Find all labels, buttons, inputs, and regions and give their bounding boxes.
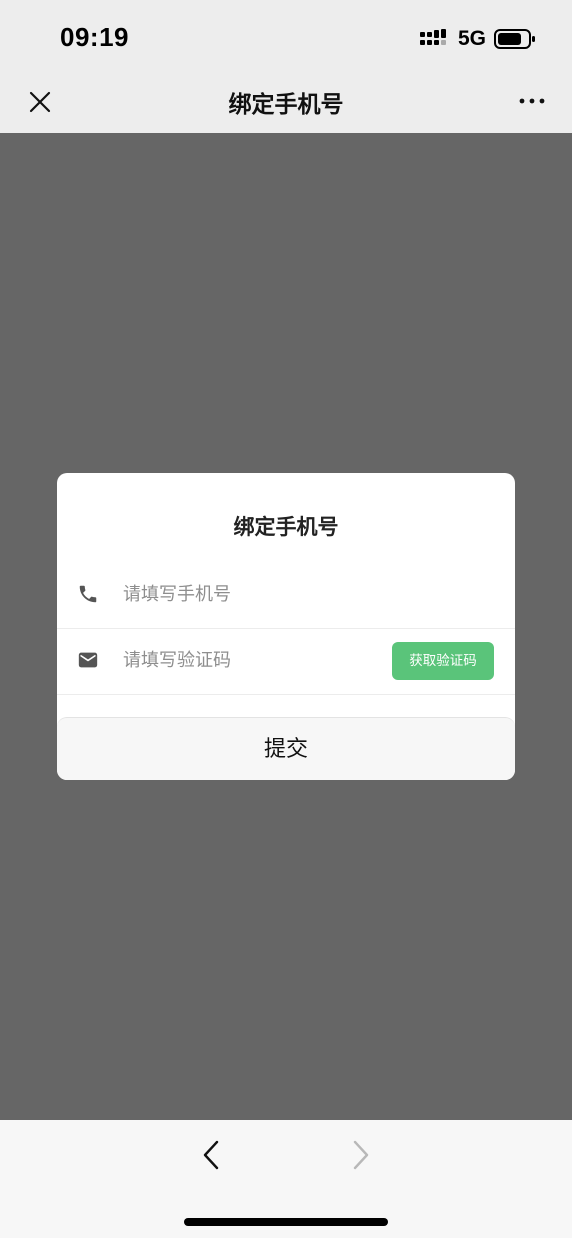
more-icon[interactable]: [518, 89, 546, 113]
mail-icon: [78, 652, 98, 668]
page-title: 绑定手机号: [228, 92, 344, 118]
signal-icon: [419, 29, 446, 45]
status-time: 09:19: [60, 22, 129, 52]
network-label: 5G: [457, 27, 486, 50]
chevron-left-icon[interactable]: [200, 1139, 224, 1171]
status-bar: 09:19 5G: [0, 0, 572, 72]
battery-icon: [494, 29, 535, 49]
phone-icon: [79, 585, 97, 603]
home-indicator: [184, 1218, 388, 1226]
code-input[interactable]: [123, 644, 373, 676]
screen: 09:19 5G 绑定手机号 绑定手机号 请填写手机号 请填写验证码 获取验证码…: [0, 0, 572, 1238]
dialog-title: 绑定手机号: [233, 515, 339, 539]
phone-input[interactable]: [123, 578, 373, 610]
bind-phone-dialog: 绑定手机号 获取验证码 提交: [57, 473, 515, 780]
nav-bar: 绑定手机号: [0, 72, 572, 132]
code-field-row: 获取验证码: [57, 628, 515, 695]
get-code-button[interactable]: 获取验证码: [392, 642, 494, 680]
status-indicators: 5G: [419, 27, 536, 51]
bottom-toolbar: [0, 1120, 572, 1238]
submit-button[interactable]: 提交: [57, 717, 515, 780]
chevron-right-icon[interactable]: [348, 1139, 372, 1171]
phone-field-row: [57, 562, 515, 629]
